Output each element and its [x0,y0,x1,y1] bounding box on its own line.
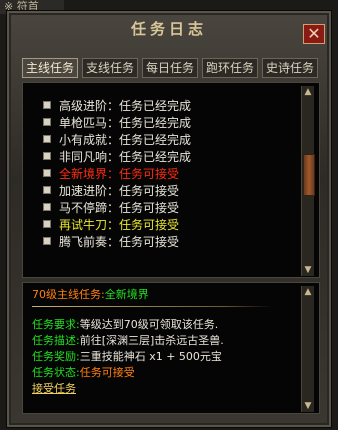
detail-requirement: 任务要求:等级达到70级可领取该任务. [32,318,219,331]
bullet-icon [43,186,51,194]
bullet-icon [43,118,51,126]
scroll-down-icon[interactable]: ▼ [302,264,314,276]
quest-status: 任务可接受 [119,184,180,198]
quest-name: 加速进阶 [59,184,108,198]
quest-row[interactable]: 腾飞前奏：任务可接受 [43,235,179,249]
quest-name: 全新境界 [59,167,108,181]
tab-main-quest[interactable]: 主线任务 [22,58,78,78]
quest-name: 小有成就 [59,133,108,147]
bullet-icon [43,169,51,177]
quest-list-scrollbar[interactable]: ▲ ▼ [301,86,315,276]
tab-daily-quest[interactable]: 每日任务 [142,58,198,78]
detail-quest-name: 全新境界 [104,288,149,301]
detail-scrollbar[interactable]: ▲ ▼ [301,286,314,412]
quest-name: 非同凡响 [59,150,108,164]
detail-divider [32,306,272,307]
quest-row[interactable]: 单枪匹马：任务已经完成 [43,116,191,130]
tab-epic-quest[interactable]: 史诗任务 [262,58,318,78]
quest-row[interactable]: 马不停蹄：任务可接受 [43,201,179,215]
quest-row[interactable]: 全新境界：任务可接受 [43,167,179,181]
tab-loop-quest[interactable]: 跑环任务 [202,58,258,78]
bullet-icon [43,203,51,211]
quest-status: 任务可接受 [119,201,180,215]
detail-description: 任务描述:前往[深渊三层]击杀远古圣兽. [32,334,224,347]
accept-quest-link[interactable]: 接受任务 [32,382,76,396]
bullet-icon [43,152,51,160]
scroll-up-icon[interactable]: ▲ [302,86,314,98]
quest-list: 高级进阶：任务已经完成 单枪匹马：任务已经完成 小有成就：任务已经完成 非同凡响… [22,82,320,278]
quest-status: 任务已经完成 [119,116,192,130]
scroll-thumb[interactable] [303,154,315,196]
quest-name: 高级进阶 [59,99,108,113]
detail-status: 任务状态:任务可接受 [32,366,135,379]
quest-row[interactable]: 非同凡响：任务已经完成 [43,150,191,164]
bullet-icon [43,237,51,245]
quest-name: 再试牛刀 [59,218,108,232]
quest-row[interactable]: 高级进阶：任务已经完成 [43,99,191,113]
detail-reward: 任务奖励:三重技能神石 x1 + 500元宝 [32,350,222,363]
bullet-icon [43,220,51,228]
quest-status: 任务可接受 [119,167,180,181]
bullet-icon [43,101,51,109]
quest-row[interactable]: 再试牛刀：任务可接受 [43,218,179,232]
quest-name: 单枪匹马 [59,116,108,130]
quest-row[interactable]: 小有成就：任务已经完成 [43,133,191,147]
quest-name: 马不停蹄 [59,201,108,215]
close-button[interactable]: ✕ [303,24,325,44]
quest-status: 任务已经完成 [119,133,192,147]
quest-status: 任务已经完成 [119,150,192,164]
quest-row[interactable]: 加速进阶：任务可接受 [43,184,179,198]
window-title: 任务日志 [130,20,207,38]
detail-heading: 70级主线任务:全新境界 [32,288,149,301]
quest-status: 任务可接受 [119,218,180,232]
close-icon: ✕ [307,24,321,43]
scroll-up-icon[interactable]: ▲ [302,286,314,298]
quest-status: 任务可接受 [119,235,180,249]
tab-side-quest[interactable]: 支线任务 [82,58,138,78]
quest-status: 任务已经完成 [119,99,192,113]
scroll-down-icon[interactable]: ▼ [302,400,314,412]
quest-name: 腾飞前奏 [59,235,108,249]
bullet-icon [43,135,51,143]
